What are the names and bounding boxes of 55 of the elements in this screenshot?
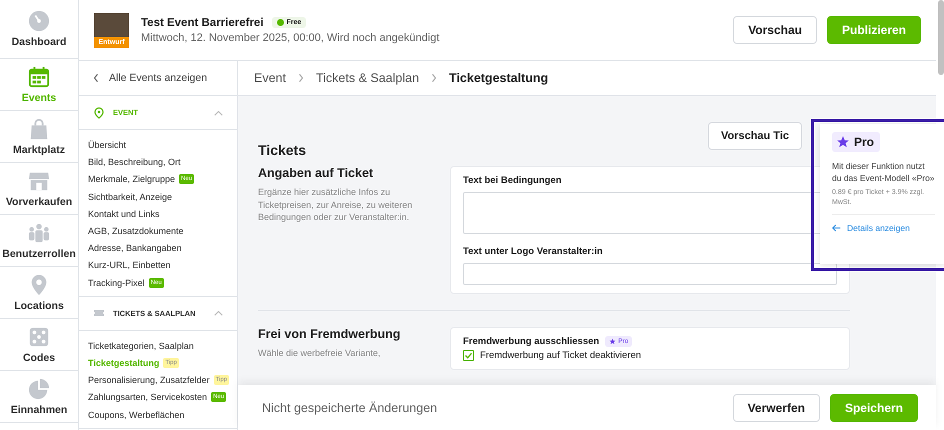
field-label: Fremdwerbung ausschliessen xyxy=(463,336,600,347)
sidebar-item[interactable]: Sichtbarkeit, Anzeige xyxy=(88,190,172,204)
details-link[interactable]: Details anzeigen xyxy=(832,223,935,233)
nav-item[interactable]: Marktplatz xyxy=(0,111,78,163)
sidebar-item[interactable]: Kontakt und Links xyxy=(88,208,160,221)
popover-text: Mit dieser Funktion nutzt du das Event-Modell «Pro» xyxy=(832,160,935,184)
nav-item[interactable]: Locations xyxy=(0,267,78,319)
pro-badge: Pro xyxy=(832,132,880,152)
breadcrumb-item: Ticketgestaltung xyxy=(449,71,548,85)
sidebar-item[interactable]: Adresse, Bankangaben xyxy=(88,242,182,256)
nav-item[interactable]: Dashboard xyxy=(0,0,78,59)
preview-button[interactable]: Vorschau xyxy=(733,16,817,44)
chevron-right-icon xyxy=(431,73,438,83)
section-description: Wähle die werbefreie Variante, xyxy=(258,347,382,360)
section-title: Angaben auf Ticket xyxy=(258,166,374,180)
location-pin-icon xyxy=(93,106,105,118)
sidebar-item[interactable]: Coupons, Werbeflächen xyxy=(88,408,184,422)
arrow-left-icon xyxy=(832,224,841,232)
pie-chart-icon xyxy=(28,378,50,400)
back-link[interactable]: Alle Events anzeigen xyxy=(79,61,237,96)
event-date: Mittwoch, 12. November 2025, 00:00, Wird noch angekündigt xyxy=(141,32,440,44)
dice-icon xyxy=(28,326,50,348)
ticket-preview-button[interactable]: Vorschau Tic xyxy=(708,122,802,150)
sidebar-item[interactable]: Übersicht xyxy=(88,139,126,152)
scrollbar[interactable] xyxy=(938,0,944,75)
nav-item[interactable]: Benutzerrollen xyxy=(0,215,78,267)
calendar-icon xyxy=(28,66,50,88)
discard-button[interactable]: Verwerfen xyxy=(732,394,820,422)
sidebar-item[interactable]: Bild, Beschreibung, Ort xyxy=(88,156,181,170)
star-icon xyxy=(836,135,850,149)
photo-placeholder xyxy=(94,12,129,36)
gauge-icon xyxy=(28,10,50,32)
nav-item[interactable]: Vorverkaufen xyxy=(0,163,78,215)
checkbox-label: Fremdwerbung auf Ticket deaktivieren xyxy=(480,350,642,361)
field-label: Text unter Logo Veranstalter:in xyxy=(463,246,603,257)
sidebar-item[interactable]: Kurz-URL, Einbetten xyxy=(88,259,171,272)
nav-item[interactable]: Codes xyxy=(0,319,78,371)
section-description: Ergänze hier zusätzliche Infos zu Ticketpreisen, zur Anreise, zu weiteren Bedingungen oder zur Veranstalter:in. xyxy=(258,186,414,224)
star-icon xyxy=(609,338,616,345)
event-title: Test Event Barrierefrei xyxy=(141,16,264,28)
page-title: Tickets xyxy=(258,142,307,158)
section-title: Frei von Fremdwerbung xyxy=(258,327,402,341)
chevron-left-icon xyxy=(93,73,99,83)
people-icon xyxy=(28,222,50,244)
sidebar-item[interactable]: Ticketkategorien, Saalplan xyxy=(88,340,194,353)
checkbox[interactable] xyxy=(463,350,474,361)
nav-item[interactable]: Einnahmen xyxy=(0,371,78,423)
breadcrumb-item[interactable]: Tickets & Saalplan xyxy=(316,71,420,85)
bag-icon xyxy=(28,118,50,140)
unsaved-message: Nicht gespeicherte Änderungen xyxy=(262,400,438,414)
breadcrumb-item[interactable]: Event xyxy=(254,71,286,85)
chevron-right-icon xyxy=(298,73,304,83)
input-field[interactable] xyxy=(463,263,837,285)
sidebar-item[interactable]: AGB, Zusatzdokumente xyxy=(88,225,184,238)
field-label: Text bei Bedingungen xyxy=(463,175,562,186)
